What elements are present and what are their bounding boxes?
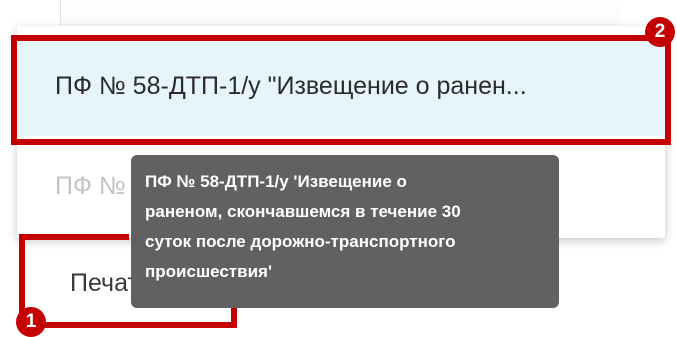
annotation-badge-2: 2 bbox=[645, 17, 675, 47]
tooltip-line: суток после дорожно-транспортного bbox=[145, 232, 456, 251]
tooltip-line: происшествия' bbox=[145, 262, 272, 281]
tooltip: ПФ № 58-ДТП-1/у 'Извещение о раненом, ск… bbox=[131, 155, 559, 308]
annotation-badge-1: 1 bbox=[16, 307, 46, 337]
annotation-highlight-2 bbox=[11, 35, 671, 145]
background-panel bbox=[0, 0, 677, 26]
background-panel-shade bbox=[60, 0, 621, 26]
tooltip-line: раненом, скончавшемся в течение 30 bbox=[145, 202, 461, 221]
tooltip-line: ПФ № 58-ДТП-1/у 'Извещение о bbox=[145, 172, 407, 191]
